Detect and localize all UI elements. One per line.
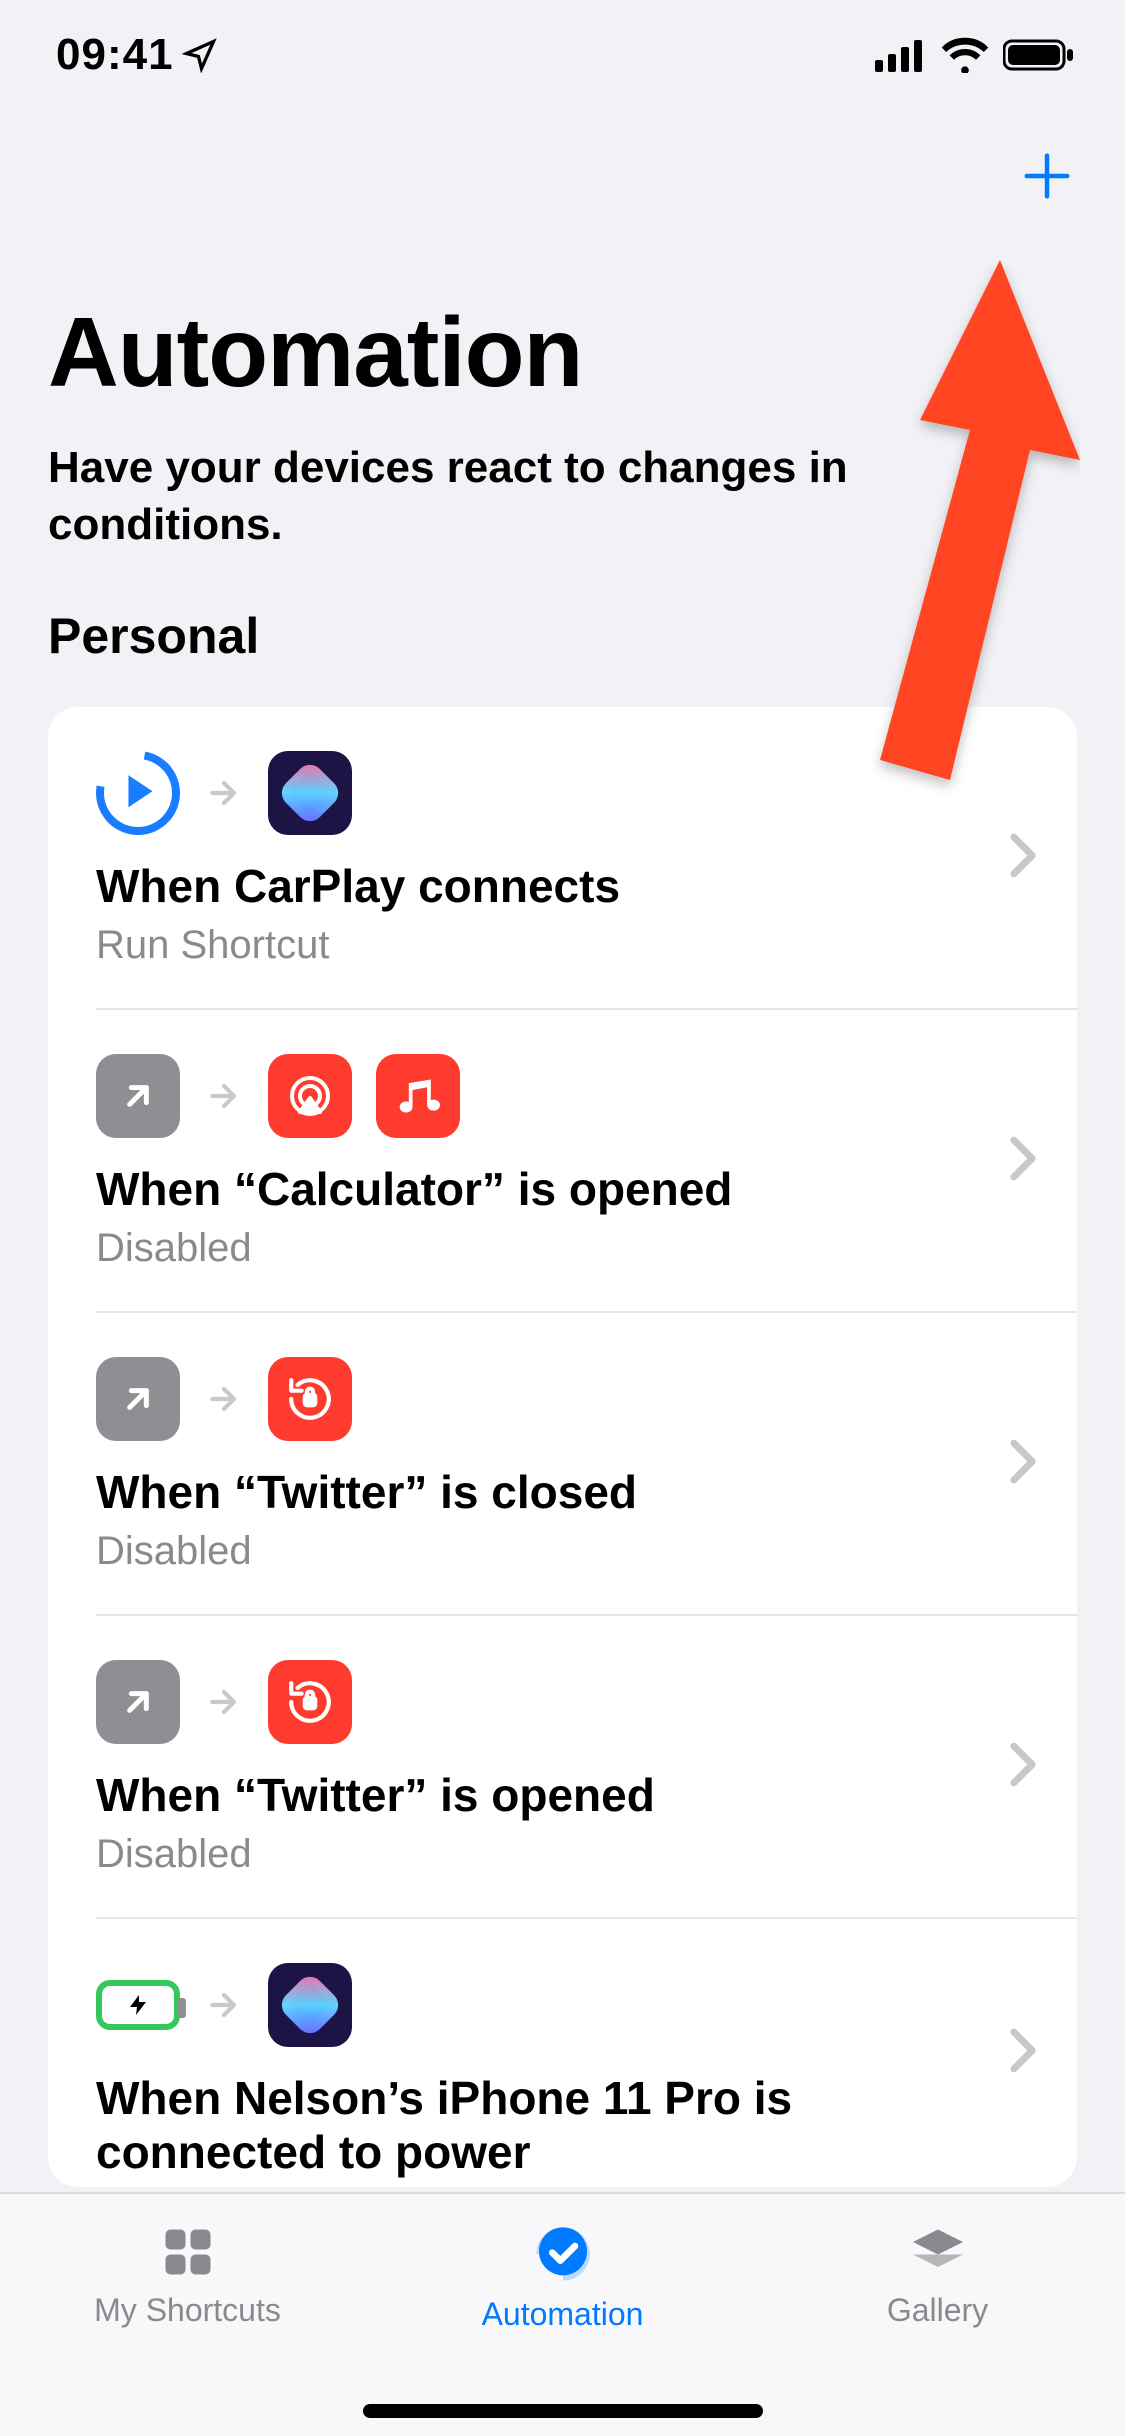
automation-item-power[interactable]: When Nelson’s iPhone 11 Pro is connected…	[48, 1919, 1077, 2187]
page-header: Automation Have your devices react to ch…	[0, 206, 1125, 553]
wifi-icon	[941, 37, 989, 73]
automation-icon-row	[96, 1054, 1029, 1138]
arrow-right-icon	[204, 773, 244, 813]
automation-icon-row	[96, 1963, 1029, 2047]
arrow-right-icon	[204, 1379, 244, 1419]
automation-item-title: When “Calculator” is opened	[96, 1162, 1029, 1216]
automation-item-subtitle: Disabled	[96, 1226, 1029, 1271]
automation-list: When CarPlay connects Run Shortcut When …	[48, 707, 1077, 2187]
rotation-lock-icon	[268, 1357, 352, 1441]
automation-tab-icon	[531, 2222, 595, 2286]
status-icons	[875, 37, 1077, 73]
app-open-icon	[96, 1054, 180, 1138]
gallery-icon	[908, 2222, 968, 2282]
automation-item-carplay[interactable]: When CarPlay connects Run Shortcut	[96, 707, 1077, 1010]
plus-icon	[1020, 149, 1074, 203]
arrow-right-icon	[204, 1076, 244, 1116]
automation-item-title: When CarPlay connects	[96, 859, 1029, 913]
music-icon	[376, 1054, 460, 1138]
tab-bar: My Shortcuts Automation Gallery	[0, 2192, 1125, 2436]
page-subtitle: Have your devices react to changes in co…	[48, 439, 1077, 553]
chevron-right-icon	[1009, 1438, 1037, 1489]
automation-icon-row	[96, 1660, 1029, 1744]
status-bar: 09:41	[0, 0, 1125, 80]
automation-icon-row	[96, 1357, 1029, 1441]
arrow-right-icon	[204, 1682, 244, 1722]
automation-item-twitter-closed[interactable]: When “Twitter” is closed Disabled	[96, 1313, 1077, 1616]
automation-item-title: When Nelson’s iPhone 11 Pro is connected…	[96, 2071, 936, 2179]
automation-item-title: When “Twitter” is opened	[96, 1768, 1029, 1822]
tab-my-shortcuts[interactable]: My Shortcuts	[0, 2194, 375, 2436]
carplay-icon	[96, 751, 180, 835]
battery-icon	[1003, 37, 1077, 73]
automation-item-twitter-opened[interactable]: When “Twitter” is opened Disabled	[96, 1616, 1077, 1919]
airplay-icon	[268, 1054, 352, 1138]
battery-charging-icon	[96, 1963, 180, 2047]
add-button[interactable]	[1017, 146, 1077, 206]
status-time: 09:41	[56, 30, 218, 80]
automation-item-subtitle: Disabled	[96, 1832, 1029, 1877]
rotation-lock-icon	[268, 1660, 352, 1744]
chevron-right-icon	[1009, 1741, 1037, 1792]
chevron-right-icon	[1009, 1135, 1037, 1186]
chevron-right-icon	[1009, 2028, 1037, 2079]
tab-gallery[interactable]: Gallery	[750, 2194, 1125, 2436]
tab-label: Automation	[482, 2296, 644, 2333]
tab-automation[interactable]: Automation	[375, 2194, 750, 2436]
clock-text: 09:41	[56, 30, 174, 80]
home-indicator[interactable]	[363, 2404, 763, 2418]
shortcuts-app-icon	[268, 751, 352, 835]
automation-item-calculator[interactable]: When “Calculator” is opened Disabled	[96, 1010, 1077, 1313]
automation-icon-row	[96, 751, 1029, 835]
automation-item-subtitle: Run Shortcut	[96, 923, 1029, 968]
tab-label: My Shortcuts	[94, 2292, 281, 2329]
app-open-icon	[96, 1660, 180, 1744]
automation-item-subtitle: Disabled	[96, 1529, 1029, 1574]
grid-icon	[158, 2222, 218, 2282]
tab-label: Gallery	[887, 2292, 988, 2329]
location-arrow-icon	[182, 37, 218, 73]
shortcuts-app-icon	[268, 1963, 352, 2047]
chevron-right-icon	[1009, 832, 1037, 883]
cellular-signal-icon	[875, 38, 927, 72]
page-title: Automation	[48, 296, 1077, 409]
automation-item-title: When “Twitter” is closed	[96, 1465, 1029, 1519]
section-header-personal: Personal	[0, 553, 1125, 689]
arrow-right-icon	[204, 1985, 244, 2025]
nav-bar	[0, 80, 1125, 206]
app-open-icon	[96, 1357, 180, 1441]
